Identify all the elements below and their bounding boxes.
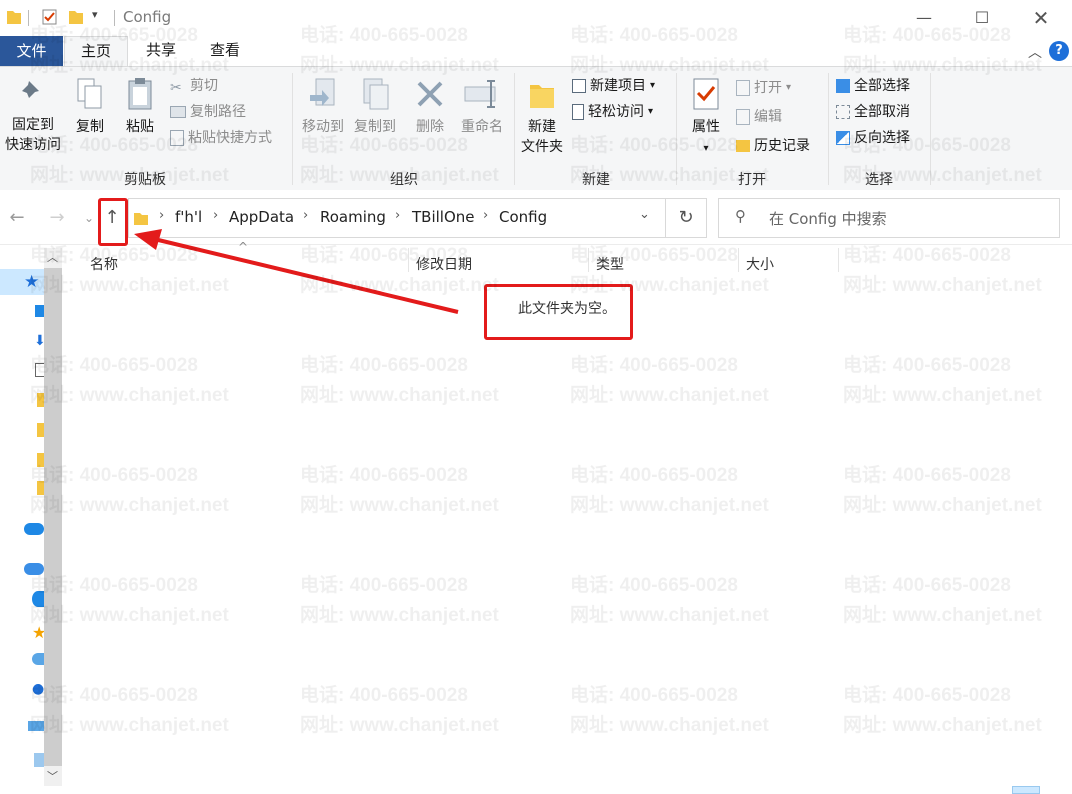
annotation-arrow: [134, 229, 459, 314]
view-toggle-icon[interactable]: [1012, 786, 1040, 794]
